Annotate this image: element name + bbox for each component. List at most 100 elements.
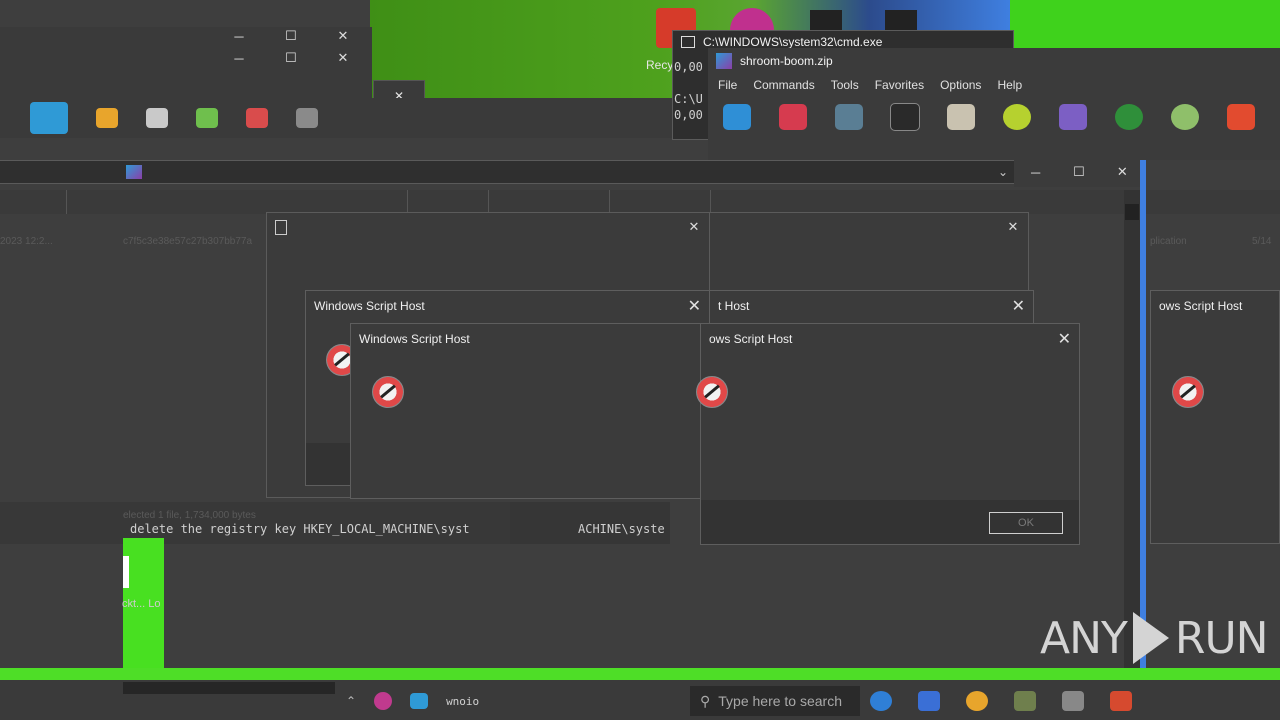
test-icon xyxy=(835,104,863,130)
close-icon[interactable]: ✕ xyxy=(336,50,350,65)
close-icon[interactable]: ✕ xyxy=(688,296,701,316)
maximize-icon[interactable]: ☐ xyxy=(284,28,298,43)
cmd-output-line: delete the registry key HKEY_LOCAL_MACHI… xyxy=(130,522,470,536)
view-icon xyxy=(890,103,920,131)
cmd-line-2: C:\U xyxy=(674,92,703,106)
recycle-bin-label: Recy xyxy=(646,58,674,72)
menu-options[interactable]: Options xyxy=(940,78,981,92)
cmd-line-1: 0,00 xyxy=(674,60,703,74)
archive-path-icon xyxy=(126,165,142,179)
archive-app-icon xyxy=(716,53,732,69)
menu-tools[interactable]: Tools xyxy=(831,78,859,92)
column-header[interactable] xyxy=(0,190,67,214)
view-icon[interactable] xyxy=(196,108,218,128)
desktop-file-icon-2[interactable] xyxy=(885,10,917,30)
close-icon[interactable]: ✕ xyxy=(336,28,350,43)
script-taskbar-icon[interactable] xyxy=(1110,691,1132,711)
dialog-title: ows Script Host xyxy=(1159,299,1243,313)
tray-app-icon[interactable] xyxy=(374,692,393,710)
column-header[interactable] xyxy=(67,190,408,214)
add-icon[interactable] xyxy=(30,102,68,134)
column-header[interactable] xyxy=(408,190,489,214)
minimize-icon[interactable]: ─ xyxy=(232,29,246,44)
find-icon[interactable] xyxy=(296,108,318,128)
close-icon[interactable]: ✕ xyxy=(687,219,701,234)
extract-icon xyxy=(779,104,807,130)
extract-icon[interactable] xyxy=(96,108,118,128)
chevron-down-icon[interactable]: ⌄ xyxy=(998,165,1008,179)
chrome-icon[interactable] xyxy=(966,691,988,711)
file-date-fragment-right: 5/14 xyxy=(1252,236,1272,247)
document-icon xyxy=(275,219,287,235)
cmd-line-3: 0,00 xyxy=(674,108,703,122)
virusscan-icon xyxy=(1171,104,1199,130)
menu-favorites[interactable]: Favorites xyxy=(875,78,924,92)
taskbar-pinned-apps xyxy=(870,688,1150,714)
ok-button[interactable]: OK xyxy=(989,512,1063,534)
cmd-icon xyxy=(681,36,695,48)
script-host-icon xyxy=(696,376,728,408)
test-button[interactable] xyxy=(830,100,868,134)
close-icon[interactable]: ✕ xyxy=(1012,296,1025,316)
close-icon[interactable]: ✕ xyxy=(1058,329,1071,349)
chevron-up-icon[interactable]: ⌃ xyxy=(346,694,356,708)
close-icon[interactable]: ✕ xyxy=(1006,219,1020,234)
dialog-title: t Host xyxy=(718,299,750,313)
sfx-icon xyxy=(1227,104,1255,130)
minimize-icon[interactable]: ─ xyxy=(1029,165,1043,180)
tray-network-icon[interactable] xyxy=(410,693,429,709)
background-dialog-2: ✕ xyxy=(709,212,1029,292)
info-button[interactable] xyxy=(1110,100,1148,134)
scrollbar[interactable] xyxy=(1124,190,1140,670)
maximize-icon[interactable]: ☐ xyxy=(284,50,298,65)
sfx-button[interactable] xyxy=(1222,100,1260,134)
wizard-icon xyxy=(1059,104,1087,130)
edge-icon[interactable] xyxy=(870,691,892,711)
menu-bar: File Commands Tools Favorites Options He… xyxy=(708,74,1280,96)
archiver-taskbar-icon[interactable] xyxy=(1014,691,1036,711)
file-hash-fragment: c7f5c3e38e57c27b307bb77a xyxy=(123,236,253,247)
script-host-icon xyxy=(372,376,404,408)
desktop-file-icon[interactable] xyxy=(810,10,842,30)
find-icon xyxy=(1003,104,1031,130)
column-header[interactable] xyxy=(489,190,610,214)
close-icon[interactable]: ✕ xyxy=(1115,164,1129,179)
delete-button[interactable] xyxy=(942,100,980,134)
cmd-taskbar-icon[interactable] xyxy=(1062,691,1084,711)
virusscan-button[interactable] xyxy=(1166,100,1204,134)
dialog-title: Windows Script Host xyxy=(359,332,470,346)
file-date-fragment: 2023 12:2... xyxy=(0,236,53,247)
tray-fragments: ⌃ wnoio xyxy=(336,686,686,716)
anyrun-watermark: ANY RUN xyxy=(1040,612,1269,664)
menu-file[interactable]: File xyxy=(718,78,737,92)
extract-button[interactable] xyxy=(774,100,812,134)
file-list-header xyxy=(0,190,1280,214)
minimize-icon[interactable]: ─ xyxy=(232,51,246,66)
taskbar-fragment xyxy=(123,682,335,694)
view-button[interactable] xyxy=(886,100,924,134)
column-header[interactable] xyxy=(610,190,711,214)
archive-window-title: shroom-boom.zip xyxy=(740,54,833,68)
menu-commands[interactable]: Commands xyxy=(753,78,814,92)
menu-help[interactable]: Help xyxy=(997,78,1022,92)
taskbar-search-box[interactable]: ⚲ Type here to search xyxy=(690,686,860,716)
test-icon[interactable] xyxy=(146,108,168,128)
maximize-icon[interactable]: ☐ xyxy=(1072,164,1086,179)
search-icon: ⚲ xyxy=(700,692,711,709)
scrollbar-thumb[interactable] xyxy=(1125,204,1139,220)
file-type-fragment: plication xyxy=(1150,236,1187,247)
script-host-dialog-2: Windows Script Host xyxy=(350,323,710,499)
glitch-strip-bright xyxy=(0,668,1280,680)
script-host-icon xyxy=(1172,376,1204,408)
address-bar[interactable]: ⌄ xyxy=(0,160,1014,184)
archive-toolbar xyxy=(708,96,1280,138)
delete-icon[interactable] xyxy=(246,108,268,128)
wizard-button[interactable] xyxy=(1054,100,1092,134)
add-button[interactable] xyxy=(718,100,756,134)
column-header[interactable] xyxy=(711,190,1181,214)
store-icon[interactable] xyxy=(918,691,940,711)
watermark-left: ANY xyxy=(1040,612,1128,664)
glitch-white xyxy=(123,556,129,588)
find-button[interactable] xyxy=(998,100,1036,134)
script-host-dialog-4: ows Script Host ✕ OK xyxy=(700,323,1080,545)
